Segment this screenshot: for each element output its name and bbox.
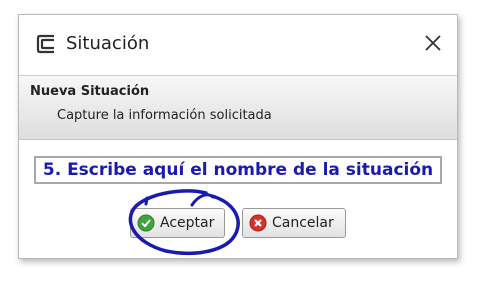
cancel-button[interactable]: Cancelar <box>242 208 346 238</box>
check-circle-icon <box>137 214 155 232</box>
accept-button-label: Aceptar <box>160 215 215 231</box>
header-title: Nueva Situación <box>30 84 150 99</box>
window-frame-icon <box>36 34 54 54</box>
dialog-header: Nueva Situación Capture la información s… <box>19 75 457 140</box>
situacion-dialog: Situación Nueva Situación Capture la inf… <box>18 14 458 259</box>
accept-button[interactable]: Aceptar <box>130 208 225 238</box>
dialog-title: Situación <box>66 33 150 54</box>
header-subtitle: Capture la información solicitada <box>57 108 272 123</box>
title-bar: Situación <box>19 15 457 75</box>
situation-name-input[interactable] <box>34 156 442 184</box>
x-circle-icon <box>249 214 267 232</box>
cancel-button-label: Cancelar <box>272 215 334 231</box>
close-icon[interactable] <box>421 31 445 55</box>
